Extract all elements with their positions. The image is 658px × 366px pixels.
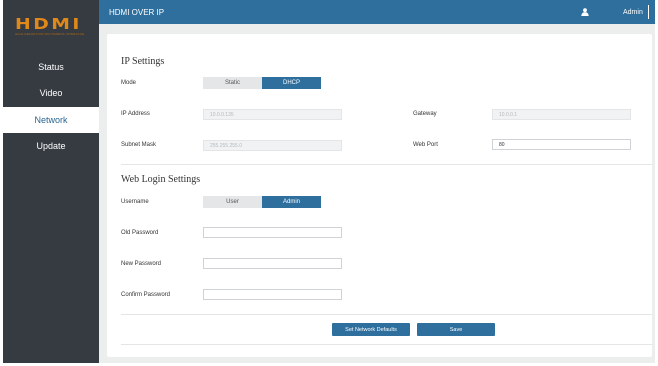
sidebar-item-label: Status: [38, 62, 64, 72]
section-divider: [121, 164, 652, 165]
confirm-password-label: Confirm Password: [121, 292, 171, 298]
new-password-field[interactable]: [203, 258, 342, 269]
sidebar-item-label: Video: [39, 88, 63, 98]
set-network-defaults-button[interactable]: Set Network Defaults: [332, 323, 410, 336]
app-window: HDMI HIGH-DEFINITION MULTIMEDIA INTERFAC…: [3, 0, 655, 363]
web-port-field[interactable]: [492, 139, 631, 150]
mode-dhcp-option[interactable]: DHCP: [262, 77, 321, 89]
old-password-label: Old Password: [121, 230, 159, 236]
app-title: HDMI OVER IP: [109, 8, 165, 17]
username-label: Username: [121, 199, 149, 205]
sidebar: HDMI HIGH-DEFINITION MULTIMEDIA INTERFAC…: [3, 0, 99, 363]
user-icon[interactable]: [581, 8, 589, 16]
sidebar-item-label: Network: [34, 115, 68, 125]
mode-label: Mode: [121, 80, 137, 86]
ip-address-label: IP Address: [121, 111, 150, 117]
gateway-field[interactable]: [492, 109, 631, 120]
actions-divider: [121, 314, 652, 315]
ip-address-field[interactable]: [203, 109, 342, 120]
gateway-label: Gateway: [413, 111, 437, 117]
sidebar-item-network[interactable]: Network: [3, 107, 99, 133]
bottom-divider: [121, 344, 652, 345]
user-name[interactable]: Admin: [623, 9, 643, 16]
topbar-divider: [648, 5, 649, 19]
old-password-field[interactable]: [203, 227, 342, 238]
ip-settings-title: IP Settings: [121, 56, 165, 67]
save-button[interactable]: Save: [417, 323, 495, 336]
network-settings-card: IP Settings Mode Static DHCP IP Address …: [107, 34, 652, 357]
top-bar: HDMI OVER IP Admin: [99, 0, 655, 24]
sidebar-item-update[interactable]: Update: [3, 133, 99, 159]
username-toggle: User Admin: [203, 196, 321, 208]
username-admin-option[interactable]: Admin: [262, 196, 321, 208]
new-password-label: New Password: [121, 261, 162, 267]
web-port-label: Web Port: [413, 142, 438, 148]
mode-toggle: Static DHCP: [203, 77, 321, 89]
hdmi-logo: HDMI HIGH-DEFINITION MULTIMEDIA INTERFAC…: [15, 17, 87, 37]
sidebar-item-label: Update: [36, 141, 66, 151]
subnet-mask-field[interactable]: [203, 140, 342, 151]
sidebar-item-video[interactable]: Video: [3, 80, 99, 106]
subnet-mask-label: Subnet Mask: [121, 142, 157, 148]
mode-static-option[interactable]: Static: [203, 77, 262, 89]
confirm-password-field[interactable]: [203, 289, 342, 300]
web-login-settings-title: Web Login Settings: [121, 174, 201, 185]
sidebar-item-status[interactable]: Status: [3, 54, 99, 80]
username-user-option[interactable]: User: [203, 196, 262, 208]
logo-brand: HDMI: [15, 15, 82, 33]
